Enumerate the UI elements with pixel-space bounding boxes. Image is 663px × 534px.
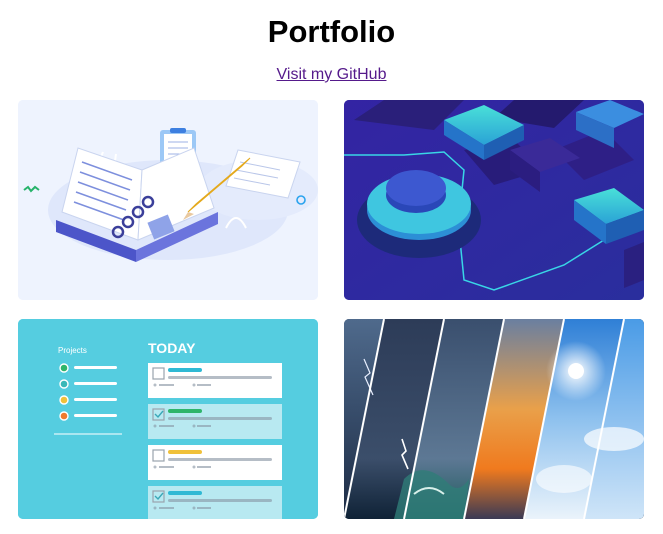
page-title: Portfolio <box>267 14 396 49</box>
project-card-notebook[interactable] <box>18 100 318 300</box>
todo-sidebar-title: Projects <box>58 346 87 355</box>
project-card-weather[interactable] <box>344 319 644 519</box>
weather-collage-image <box>344 319 644 519</box>
todo-heading: TODAY <box>148 340 196 356</box>
project-card-todo-app[interactable]: Projects TODAY <box>18 319 318 519</box>
github-link[interactable]: Visit my GitHub <box>277 66 387 83</box>
project-card-isometric-blocks[interactable] <box>344 100 644 300</box>
notebook-illustration-image <box>18 100 318 300</box>
github-link-container: Visit my GitHub <box>0 66 663 84</box>
isometric-blocks-image <box>344 100 644 300</box>
todo-app-image: Projects TODAY <box>18 319 318 519</box>
